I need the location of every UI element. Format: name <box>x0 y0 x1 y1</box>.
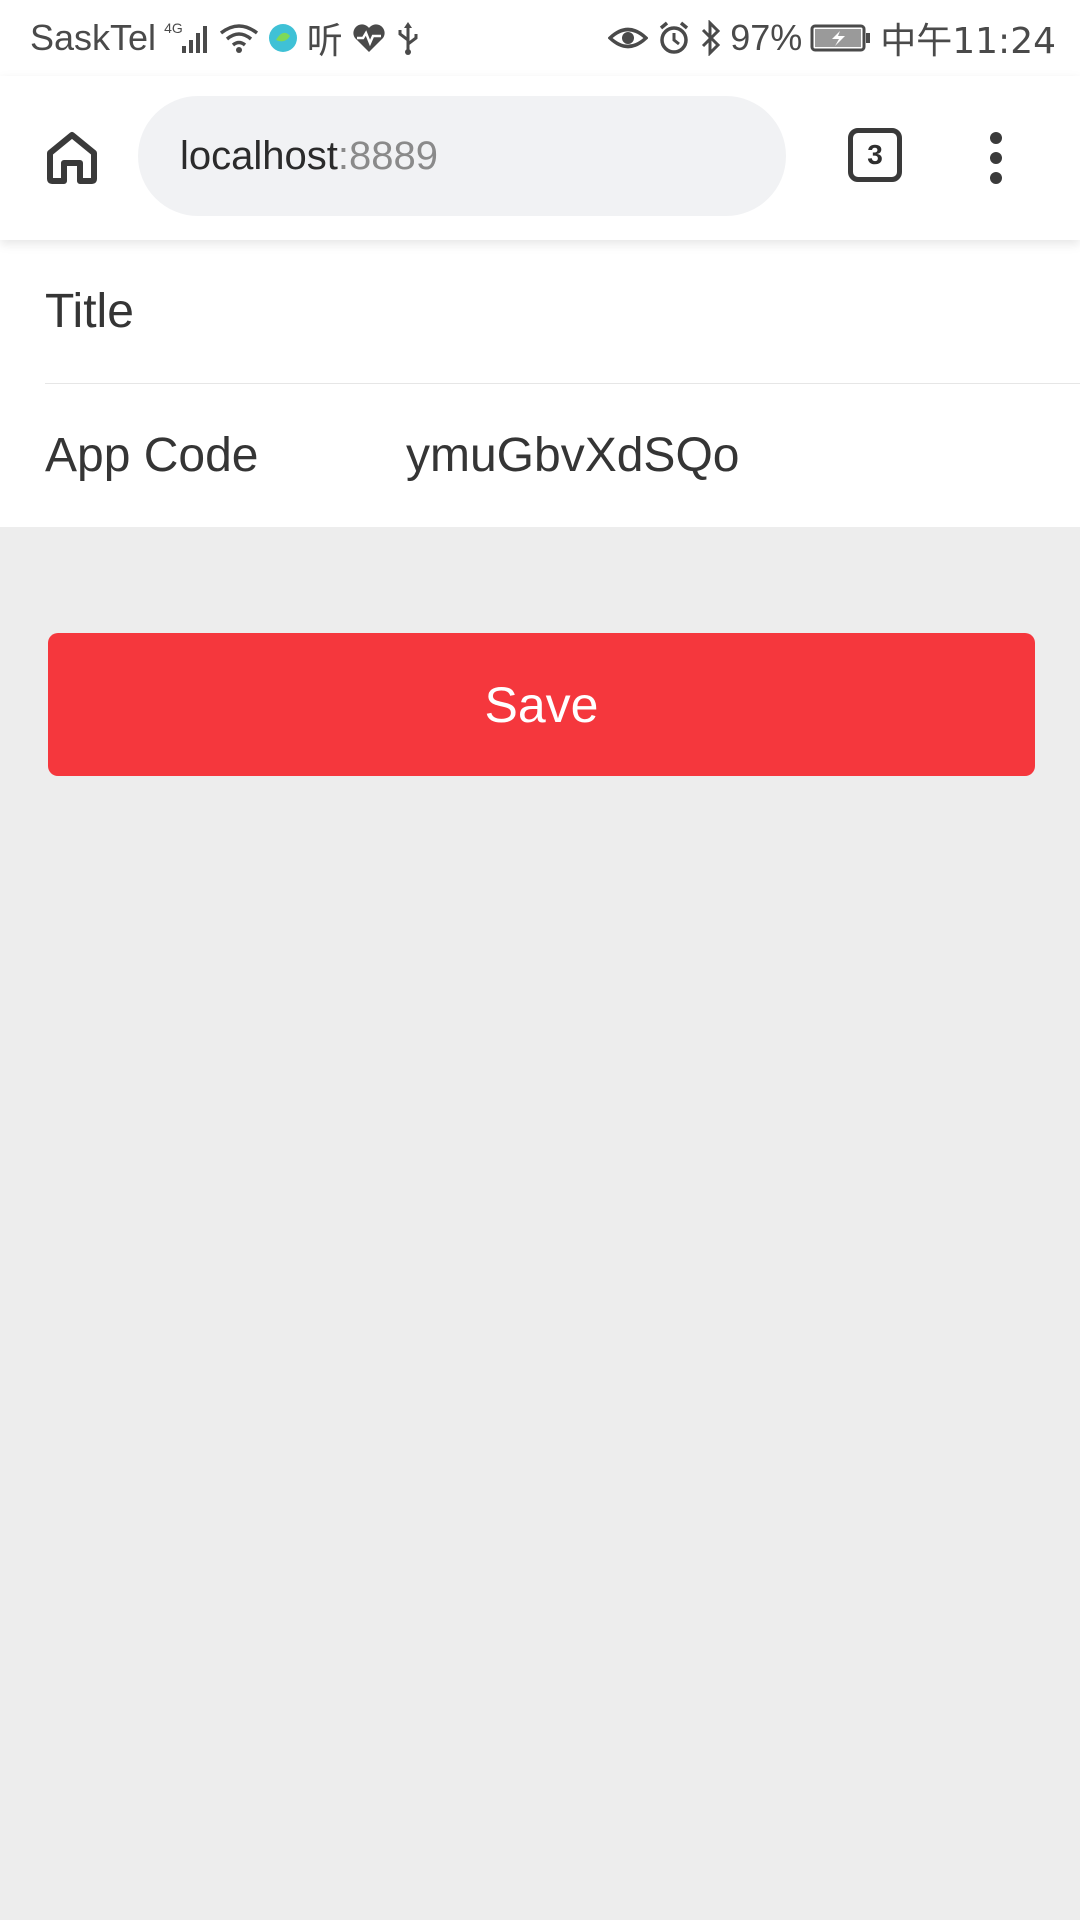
eye-icon <box>608 23 649 53</box>
url-bar[interactable]: localhost:8889 <box>138 96 786 216</box>
network-type: 4G <box>164 20 183 36</box>
bluetooth-icon <box>700 20 722 56</box>
status-bar-right: 97% 中午11:24 <box>608 16 1056 62</box>
app-code-label: App Code <box>45 429 259 482</box>
carrier-name: SaskTel <box>30 17 157 58</box>
alarm-icon <box>656 20 692 56</box>
overflow-menu-button[interactable] <box>968 126 1024 190</box>
url-host: localhost <box>180 133 338 178</box>
app-code-row[interactable]: App Code ymuGbvXdSQo <box>45 383 1080 527</box>
browser-toolbar: localhost:8889 3 <box>0 76 1080 240</box>
app-form: Title App Code ymuGbvXdSQo <box>0 240 1080 527</box>
tab-switcher-button[interactable]: 3 <box>848 128 902 182</box>
battery-charging-icon <box>810 23 872 53</box>
clock: 中午11:24 <box>880 21 1056 62</box>
title-row[interactable]: Title <box>0 240 1080 383</box>
heart-rate-icon <box>351 22 387 54</box>
battery-percent: 97% <box>730 17 803 58</box>
tab-count: 3 <box>867 139 883 170</box>
app-notification-icon <box>267 22 299 54</box>
home-icon <box>47 132 97 184</box>
usb-icon <box>395 20 421 56</box>
home-button[interactable] <box>40 126 104 190</box>
more-vert-icon <box>990 132 1002 184</box>
status-bar-left: SaskTel 4G 听 <box>30 16 421 62</box>
title-label: Title <box>45 285 134 338</box>
listen-app-icon: 听 <box>306 21 343 62</box>
status-bar: SaskTel 4G 听 97% 中午11:24 <box>0 0 1080 76</box>
signal-icon: 4G <box>164 20 211 54</box>
wifi-icon <box>219 21 259 55</box>
save-button[interactable]: Save <box>48 633 1035 776</box>
url-port: :8889 <box>337 133 438 178</box>
app-code-input[interactable]: ymuGbvXdSQo <box>406 428 739 483</box>
